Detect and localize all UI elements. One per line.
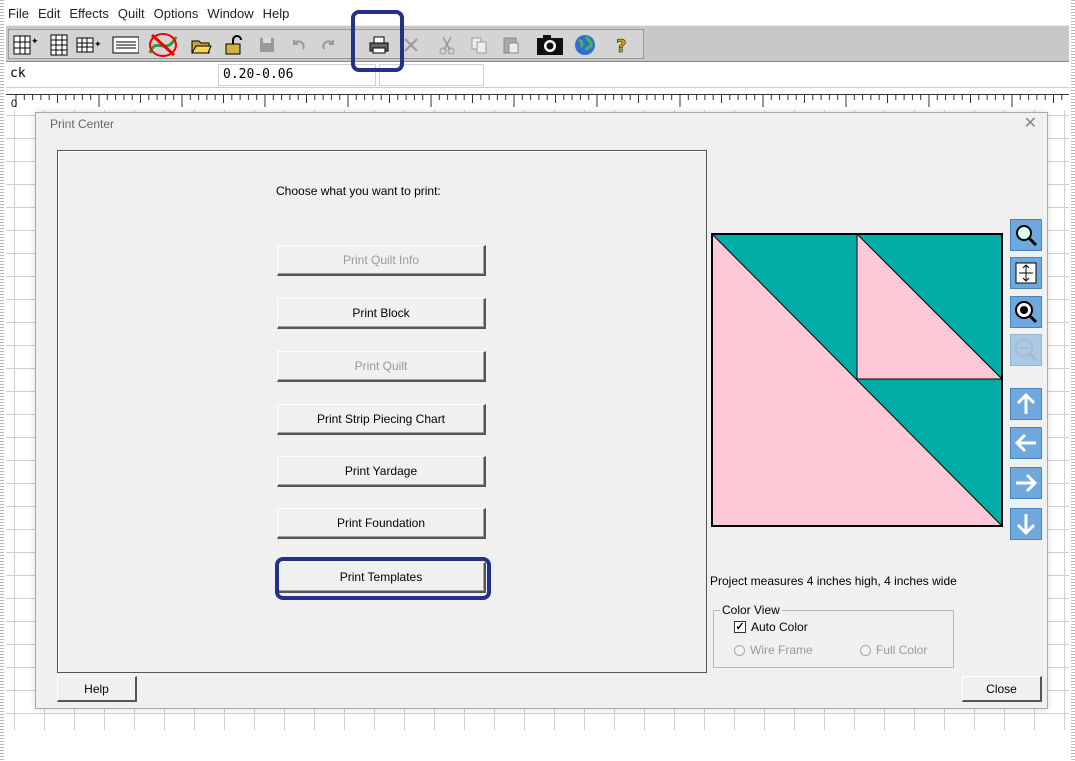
menu-file[interactable]: File	[4, 3, 34, 25]
print-foundation-button[interactable]: Print Foundation	[277, 508, 486, 539]
color-view-legend: Color View	[720, 603, 782, 617]
auto-color-label: Auto Color	[751, 620, 808, 634]
undo-icon	[284, 32, 312, 58]
check-icon: ✓	[734, 621, 746, 633]
close-icon[interactable]: ✕	[1024, 113, 1037, 133]
print-button-highlight	[351, 10, 404, 72]
project-measurements: Project measures 4 inches high, 4 inches…	[710, 574, 957, 588]
print-templates-highlight	[275, 557, 491, 600]
wire-frame-radio[interactable]: Wire Frame	[734, 643, 813, 657]
full-color-radio[interactable]: Full Color	[860, 643, 927, 657]
menu-effects[interactable]: Effects	[65, 3, 114, 25]
help-button[interactable]: Help	[57, 676, 137, 702]
print-quilt-info-button[interactable]: Print Quilt Info	[277, 245, 486, 276]
paste-icon	[497, 32, 525, 58]
menu-bar: File Edit Effects Quilt Options Window H…	[4, 3, 294, 25]
save-icon	[253, 32, 281, 58]
dialog-title: Print Center	[50, 117, 115, 131]
radio-circle-icon	[734, 644, 745, 656]
globe-icon[interactable]	[571, 32, 599, 58]
close-button[interactable]: Close	[962, 676, 1042, 702]
svg-text:✦: ✦	[31, 37, 38, 47]
svg-text:✦: ✦	[94, 40, 102, 50]
arrow-down-icon[interactable]	[1010, 508, 1042, 540]
print-yardage-button[interactable]: Print Yardage	[277, 456, 486, 487]
cut-icon	[433, 32, 461, 58]
zoom-in-icon[interactable]	[1010, 296, 1042, 328]
zoom-icon[interactable]	[1010, 219, 1042, 251]
status-row: ck 0.20-0.06	[6, 63, 1069, 88]
menu-window[interactable]: Window	[203, 3, 258, 25]
arrow-left-icon[interactable]	[1010, 427, 1042, 459]
fit-icon[interactable]	[1010, 257, 1042, 289]
menu-quilt[interactable]: Quilt	[114, 3, 150, 25]
full-color-label: Full Color	[876, 643, 928, 657]
status-block-name: ck	[10, 66, 26, 81]
print-block-button[interactable]: Print Block	[277, 298, 486, 329]
print-prompt: Choose what you want to print:	[276, 184, 441, 198]
print-quilt-button[interactable]: Print Quilt	[277, 351, 486, 382]
zoom-out-icon	[1010, 334, 1042, 366]
grid-add-icon[interactable]: ✦	[11, 32, 39, 58]
print-strip-piecing-chart-button[interactable]: Print Strip Piecing Chart	[277, 404, 486, 435]
no-sew-icon[interactable]	[145, 32, 181, 58]
arrow-up-icon[interactable]	[1010, 388, 1042, 420]
lines-icon[interactable]	[111, 32, 139, 58]
ruler-zero-label: 0	[11, 98, 17, 110]
horizontal-ruler: 0	[6, 94, 1071, 110]
menu-help[interactable]: Help	[259, 3, 295, 25]
grid-icon[interactable]	[45, 32, 73, 58]
help-icon[interactable]: ?	[607, 32, 635, 58]
auto-color-checkbox[interactable]: ✓ Auto Color	[734, 620, 808, 634]
grid-insert-icon[interactable]: ✦	[75, 32, 103, 58]
window-frame-right	[1071, 0, 1075, 761]
wire-frame-label: Wire Frame	[750, 643, 813, 657]
unlock-icon[interactable]	[219, 32, 247, 58]
radio-circle-icon	[860, 644, 871, 656]
camera-icon[interactable]	[533, 32, 567, 58]
open-folder-icon[interactable]	[187, 32, 215, 58]
menu-edit[interactable]: Edit	[34, 3, 65, 25]
toolbar-group: ✦ ✦ ?	[8, 29, 644, 59]
menu-options[interactable]: Options	[150, 3, 204, 25]
print-center-dialog: Print Center ✕ Choose what you want to p…	[35, 112, 1048, 709]
toolbar: ✦ ✦ ?	[6, 25, 1069, 62]
redo-icon	[315, 32, 343, 58]
color-view-group: Color View ✓ Auto Color Wire Frame Full …	[713, 603, 954, 668]
svg-text:?: ?	[616, 36, 626, 56]
copy-icon	[465, 32, 493, 58]
window-frame-left	[0, 0, 4, 761]
block-preview	[711, 233, 1003, 527]
arrow-right-icon[interactable]	[1010, 467, 1042, 499]
